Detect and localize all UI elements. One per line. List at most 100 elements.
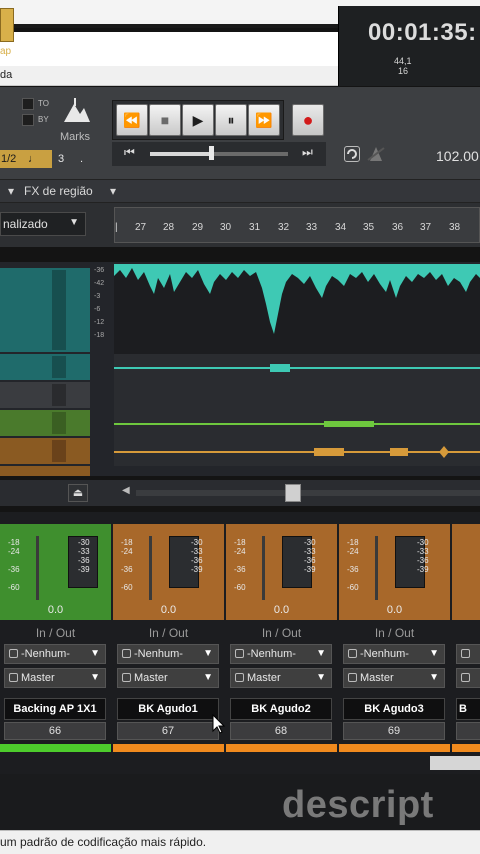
time-counter[interactable]: 00:01:35: bbox=[368, 19, 477, 47]
track-header-orange-2[interactable] bbox=[0, 466, 90, 476]
strip-name[interactable]: BK Agudo3 bbox=[343, 698, 445, 720]
mixer-strip: -18 -24 -36 -60 -30 -33 -36 -39 0.0 In / Out… bbox=[339, 524, 450, 752]
snap-button[interactable] bbox=[0, 8, 14, 42]
to-toggle[interactable] bbox=[22, 98, 34, 110]
stop-button[interactable]: ■ bbox=[149, 104, 181, 136]
fx-region-arrow-icon[interactable]: ▾ bbox=[110, 184, 116, 198]
fader[interactable] bbox=[36, 536, 39, 600]
strip-name[interactable]: BK Agudo2 bbox=[230, 698, 332, 720]
chevron-down-icon: ▼ bbox=[429, 648, 439, 659]
eject-icon[interactable]: ⏏ bbox=[68, 484, 88, 502]
input-select[interactable]: -Nenhum- ▼ bbox=[230, 644, 332, 664]
strip-name[interactable]: BK Agudo1 bbox=[117, 698, 219, 720]
forward-button[interactable]: ⏩ bbox=[248, 104, 280, 136]
ruler-tick: 28 bbox=[163, 222, 175, 233]
strip-number: 68 bbox=[230, 722, 332, 740]
meter-scale: -18 -24 -36 -60 bbox=[347, 538, 359, 592]
go-start-icon[interactable]: ⏮ bbox=[124, 145, 135, 160]
play-button[interactable]: ▶ bbox=[182, 104, 214, 136]
track-header-green[interactable] bbox=[0, 410, 90, 436]
marks-button[interactable] bbox=[60, 96, 92, 126]
output-icon bbox=[235, 673, 244, 682]
track-header-teal[interactable] bbox=[0, 268, 90, 352]
input-select[interactable]: -Nenhum- ▼ bbox=[117, 644, 219, 664]
fader-area: -18 -24 -36 -60 -30 -33 -36 -39 0.0 bbox=[226, 524, 337, 620]
input-select[interactable] bbox=[456, 644, 480, 664]
gain-value[interactable]: 0.0 bbox=[0, 604, 111, 616]
mixer-strip: -18 -24 -36 -60 -30 -33 -36 -39 0.0 In / Out… bbox=[0, 524, 111, 752]
metronome-off-icon[interactable] bbox=[366, 146, 386, 162]
gain-value[interactable]: 0.0 bbox=[226, 604, 337, 616]
scrollbar-thumb[interactable] bbox=[285, 484, 301, 502]
record-icon: ● bbox=[302, 109, 314, 130]
rewind-icon: ⏪ bbox=[123, 111, 141, 128]
output-icon bbox=[461, 673, 470, 682]
ruler-tick: 31 bbox=[249, 222, 261, 233]
input-select[interactable]: -Nenhum- ▼ bbox=[343, 644, 445, 664]
by-label: BY bbox=[38, 115, 49, 124]
marks-label: Marks bbox=[60, 131, 90, 143]
in-out-label[interactable]: In / Out bbox=[0, 626, 111, 640]
tempo-value[interactable]: 102.00 bbox=[436, 148, 479, 164]
status-text: um padrão de codificação mais rápido. bbox=[0, 835, 207, 849]
gain-value[interactable]: 0.0 bbox=[339, 604, 450, 616]
track-lane-teal-2[interactable] bbox=[114, 354, 480, 382]
horizontal-scrollbar[interactable] bbox=[136, 490, 480, 496]
strip-name[interactable]: Backing AP 1X1 bbox=[4, 698, 106, 720]
fx-region-menu[interactable]: FX de região bbox=[24, 184, 93, 198]
fader[interactable] bbox=[375, 536, 378, 600]
waveform bbox=[114, 264, 480, 334]
chevron-down-icon: ▼ bbox=[429, 672, 439, 683]
by-toggle[interactable] bbox=[22, 114, 34, 126]
in-out-label[interactable]: In / Out bbox=[339, 626, 450, 640]
strip-name[interactable]: B bbox=[456, 698, 480, 720]
play-icon: ▶ bbox=[192, 111, 204, 128]
menu-item[interactable]: da bbox=[0, 69, 12, 81]
input-select[interactable]: -Nenhum- ▼ bbox=[4, 644, 106, 664]
in-out-label[interactable]: In / Out bbox=[226, 626, 337, 640]
input-icon bbox=[348, 649, 357, 658]
beat-value[interactable]: 3 bbox=[58, 153, 64, 165]
chevron-down-icon: ▼ bbox=[90, 648, 100, 659]
mixer-strip: -18 -24 -36 -60 -30 -33 -36 -39 0.0 In / Out… bbox=[226, 524, 337, 752]
track-lane-teal[interactable] bbox=[114, 264, 480, 354]
record-button[interactable]: ● bbox=[292, 104, 324, 136]
dropdown-arrow-icon[interactable]: ▾ bbox=[8, 184, 14, 198]
fader[interactable] bbox=[149, 536, 152, 600]
snap-resolution[interactable]: 1/2 ♩ bbox=[0, 150, 52, 168]
output-select[interactable]: Master ▼ bbox=[230, 668, 332, 688]
output-select[interactable] bbox=[456, 668, 480, 688]
track-meter bbox=[52, 384, 66, 406]
track-lane-green[interactable] bbox=[114, 410, 480, 438]
go-end-icon[interactable]: ⏭ bbox=[302, 145, 313, 160]
snap-label: ap bbox=[0, 46, 12, 57]
dot-toggle[interactable]: . bbox=[80, 153, 83, 165]
track-lane-empty[interactable] bbox=[114, 382, 480, 410]
track-header-orange[interactable] bbox=[0, 438, 90, 464]
mixer-scrollbar-thumb[interactable] bbox=[430, 756, 480, 770]
loop-icon[interactable] bbox=[344, 146, 360, 162]
strip-number: 69 bbox=[343, 722, 445, 740]
rewind-button[interactable]: ⏪ bbox=[116, 104, 148, 136]
status-bar: um padrão de codificação mais rápido. bbox=[0, 830, 480, 854]
output-select[interactable]: Master ▼ bbox=[117, 668, 219, 688]
output-select[interactable]: Master ▼ bbox=[343, 668, 445, 688]
timeline-ruler[interactable]: | 27 28 29 30 31 32 33 34 35 36 37 38 bbox=[114, 207, 480, 243]
track-header-teal-2[interactable] bbox=[0, 354, 90, 380]
track-header-empty[interactable] bbox=[0, 382, 90, 408]
view-mode-select[interactable]: nalizado ▼ bbox=[0, 212, 86, 236]
track-lane-orange[interactable] bbox=[114, 438, 480, 466]
gain-value[interactable]: 0.0 bbox=[113, 604, 224, 616]
position-slider-handle[interactable] bbox=[209, 146, 214, 160]
waveform-orange bbox=[114, 446, 480, 458]
ruler-tick: 30 bbox=[220, 222, 232, 233]
scroll-left-icon[interactable]: ◀ bbox=[122, 485, 130, 496]
output-select[interactable]: Master ▼ bbox=[4, 668, 106, 688]
in-out-label[interactable]: In / Out bbox=[113, 626, 224, 640]
mixer-strip: -18 -24 -36 -60 -30 -33 -36 -39 0.0 In / Out… bbox=[113, 524, 224, 752]
pause-button[interactable]: ⏸ bbox=[215, 104, 247, 136]
fader[interactable] bbox=[262, 536, 265, 600]
bit-depth: 16 bbox=[398, 66, 409, 76]
track-meter bbox=[52, 412, 66, 434]
strip-number: 66 bbox=[4, 722, 106, 740]
